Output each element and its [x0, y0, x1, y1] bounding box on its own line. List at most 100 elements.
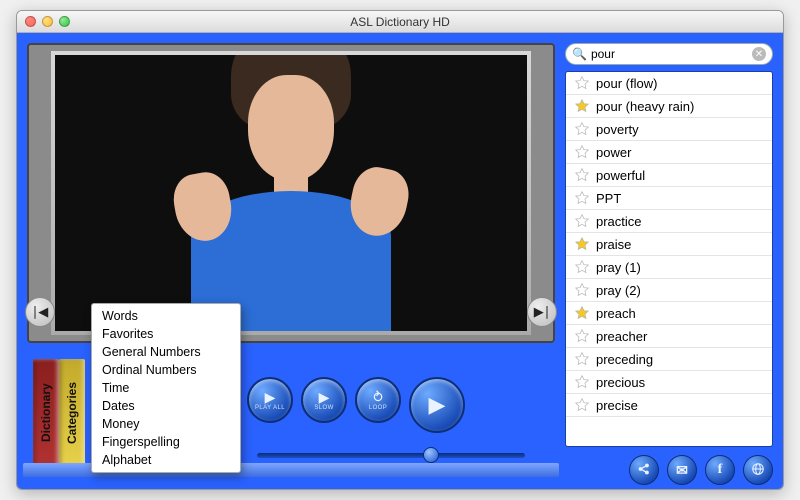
- list-item[interactable]: pray (1): [566, 256, 772, 279]
- star-filled-icon[interactable]: [574, 236, 590, 252]
- web-button[interactable]: [743, 455, 773, 485]
- video-player[interactable]: [55, 55, 527, 331]
- globe-icon: [751, 462, 765, 479]
- list-item-label: practice: [596, 214, 642, 229]
- slow-label: SLOW: [314, 405, 333, 411]
- star-outline-icon[interactable]: [574, 167, 590, 183]
- list-item[interactable]: power: [566, 141, 772, 164]
- categories-popup: WordsFavoritesGeneral NumbersOrdinal Num…: [91, 303, 241, 473]
- skip-prev-icon: ∣◀: [32, 304, 49, 320]
- slider-track: [257, 453, 525, 458]
- list-item[interactable]: PPT: [566, 187, 772, 210]
- list-item[interactable]: precise: [566, 394, 772, 417]
- mail-icon: ✉: [676, 462, 688, 479]
- star-outline-icon[interactable]: [574, 75, 590, 91]
- search-icon: 🔍: [572, 47, 587, 61]
- popup-item[interactable]: Dates: [92, 397, 240, 415]
- star-outline-icon[interactable]: [574, 213, 590, 229]
- star-outline-icon[interactable]: [574, 282, 590, 298]
- popup-item[interactable]: Words: [92, 307, 240, 325]
- star-outline-icon[interactable]: [574, 121, 590, 137]
- list-item[interactable]: powerful: [566, 164, 772, 187]
- minimize-icon[interactable]: [42, 16, 53, 27]
- titlebar: ASL Dictionary HD: [17, 11, 783, 33]
- list-item[interactable]: precious: [566, 371, 772, 394]
- list-item-label: poverty: [596, 122, 639, 137]
- loop-icon: ⥁: [373, 390, 383, 404]
- list-item[interactable]: pour (heavy rain): [566, 95, 772, 118]
- share-icon: [637, 462, 651, 479]
- list-item-label: preacher: [596, 329, 647, 344]
- list-item[interactable]: pour (flow): [566, 72, 772, 95]
- app-body: ∣◀ ▶∣ Dictionary Categories WordsFavorit…: [17, 33, 783, 489]
- progress-slider[interactable]: [257, 453, 525, 459]
- playback-controls: ▶ PLAY ALL ▶ SLOW ⥁ LOOP ▶: [247, 377, 465, 433]
- search-input[interactable]: [591, 47, 748, 61]
- facebook-button[interactable]: f: [705, 455, 735, 485]
- book-tabs: Dictionary Categories: [33, 359, 85, 467]
- slider-thumb[interactable]: [423, 447, 439, 463]
- list-item-label: pour (heavy rain): [596, 99, 694, 114]
- list-item[interactable]: practice: [566, 210, 772, 233]
- video-frame: ∣◀ ▶∣: [27, 43, 555, 343]
- list-item-label: power: [596, 145, 631, 160]
- list-item-label: precious: [596, 375, 645, 390]
- play-icon: ▶: [265, 390, 276, 404]
- star-outline-icon[interactable]: [574, 351, 590, 367]
- list-item-label: powerful: [596, 168, 645, 183]
- list-item-label: preceding: [596, 352, 653, 367]
- list-item-label: pray (1): [596, 260, 641, 275]
- play-button[interactable]: ▶: [409, 377, 465, 433]
- star-filled-icon[interactable]: [574, 305, 590, 321]
- star-outline-icon[interactable]: [574, 259, 590, 275]
- facebook-icon: f: [718, 462, 723, 478]
- window-title: ASL Dictionary HD: [17, 15, 783, 29]
- search-field[interactable]: 🔍 ✕: [565, 43, 773, 65]
- list-item-label: precise: [596, 398, 638, 413]
- popup-item[interactable]: Time: [92, 379, 240, 397]
- list-item[interactable]: poverty: [566, 118, 772, 141]
- list-item[interactable]: preacher: [566, 325, 772, 348]
- email-button[interactable]: ✉: [667, 455, 697, 485]
- star-outline-icon[interactable]: [574, 190, 590, 206]
- popup-item[interactable]: Fingerspelling: [92, 433, 240, 451]
- left-pane: ∣◀ ▶∣ Dictionary Categories WordsFavorit…: [27, 43, 555, 485]
- slow-icon: ▶: [319, 390, 330, 404]
- popup-item[interactable]: Favorites: [92, 325, 240, 343]
- list-item[interactable]: praise: [566, 233, 772, 256]
- next-button[interactable]: ▶∣: [527, 297, 557, 327]
- popup-item[interactable]: Money: [92, 415, 240, 433]
- list-item-label: praise: [596, 237, 631, 252]
- close-icon[interactable]: [25, 16, 36, 27]
- popup-item[interactable]: General Numbers: [92, 343, 240, 361]
- clear-search-icon[interactable]: ✕: [752, 47, 766, 61]
- star-filled-icon[interactable]: [574, 98, 590, 114]
- right-pane: 🔍 ✕ pour (flow)pour (heavy rain)povertyp…: [565, 43, 773, 485]
- loop-button[interactable]: ⥁ LOOP: [355, 377, 401, 423]
- list-item[interactable]: preceding: [566, 348, 772, 371]
- word-list[interactable]: pour (flow) pour (heavy rain) poverty power…: [565, 71, 773, 447]
- list-item-label: PPT: [596, 191, 621, 206]
- list-item-label: preach: [596, 306, 636, 321]
- play-all-button[interactable]: ▶ PLAY ALL: [247, 377, 293, 423]
- star-outline-icon[interactable]: [574, 374, 590, 390]
- categories-label: Categories: [65, 382, 79, 444]
- popup-item[interactable]: Alphabet: [92, 451, 240, 469]
- dictionary-book[interactable]: Dictionary: [33, 359, 59, 467]
- loop-label: LOOP: [369, 405, 387, 411]
- star-outline-icon[interactable]: [574, 328, 590, 344]
- popup-item[interactable]: Ordinal Numbers: [92, 361, 240, 379]
- categories-book[interactable]: Categories: [59, 359, 85, 467]
- list-item[interactable]: pray (2): [566, 279, 772, 302]
- prev-button[interactable]: ∣◀: [25, 297, 55, 327]
- bottom-controls: Dictionary Categories WordsFavoritesGene…: [27, 349, 555, 485]
- slow-button[interactable]: ▶ SLOW: [301, 377, 347, 423]
- skip-next-icon: ▶∣: [534, 304, 551, 320]
- star-outline-icon[interactable]: [574, 397, 590, 413]
- star-outline-icon[interactable]: [574, 144, 590, 160]
- list-item[interactable]: preach: [566, 302, 772, 325]
- share-button[interactable]: [629, 455, 659, 485]
- zoom-icon[interactable]: [59, 16, 70, 27]
- app-window: ASL Dictionary HD ∣◀: [16, 10, 784, 490]
- dictionary-label: Dictionary: [39, 384, 53, 443]
